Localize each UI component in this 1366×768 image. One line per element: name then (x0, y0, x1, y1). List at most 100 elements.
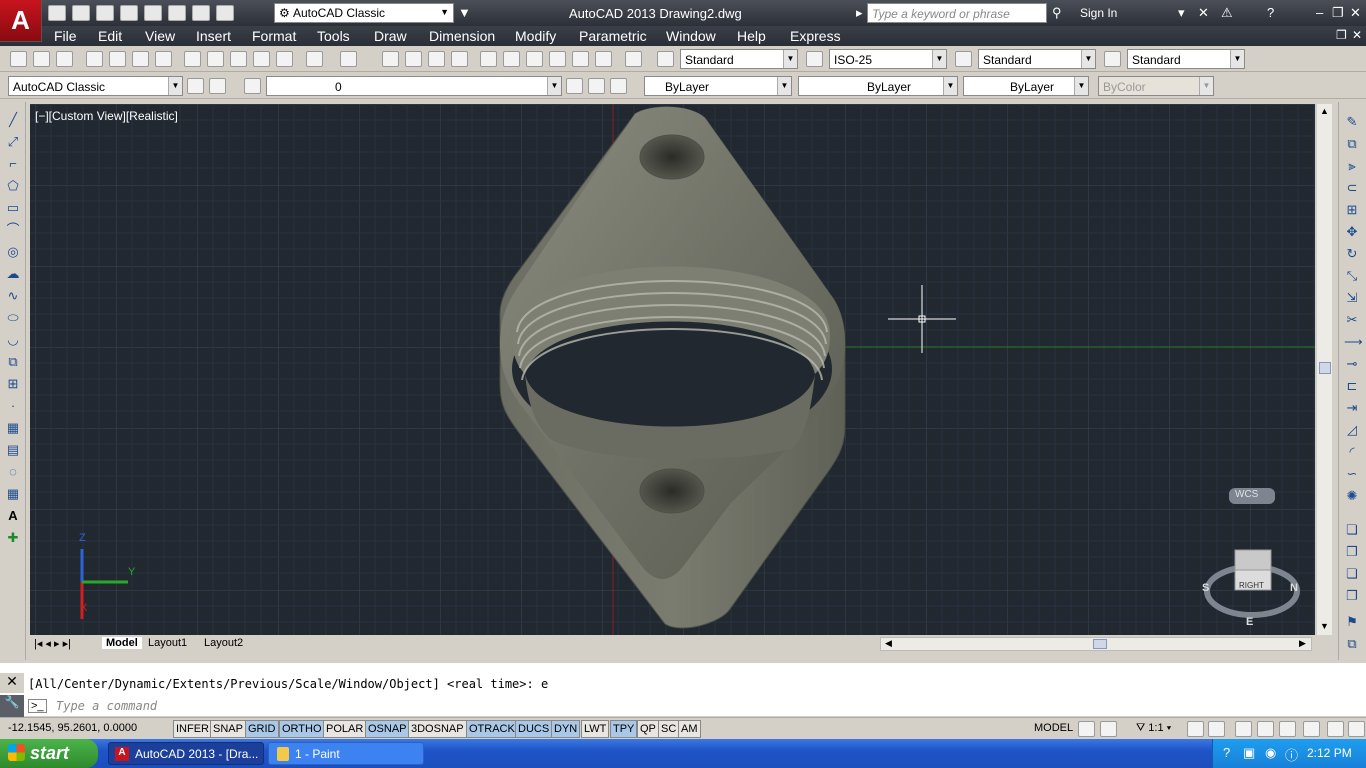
scroll-right-icon[interactable]: ▶ (1299, 638, 1306, 649)
restore-icon[interactable]: ❐ (1332, 5, 1344, 21)
doc-close-icon[interactable]: ✕ (1352, 28, 1362, 42)
block-editor-icon[interactable] (276, 51, 293, 67)
offset-icon[interactable]: ⊂ (1344, 180, 1360, 196)
color-select[interactable]: ByLayer ▼ (644, 76, 792, 96)
help-icon[interactable]: ? (1223, 745, 1230, 760)
horizontal-scrollbar[interactable]: ◀ ▶ (880, 637, 1312, 651)
space-toggle[interactable]: MODEL (1032, 720, 1075, 738)
sign-in-link[interactable]: Sign In (1080, 6, 1117, 20)
table-style-icon[interactable] (955, 51, 972, 67)
workspace-select[interactable]: AutoCAD Classic ▼ (8, 76, 183, 96)
tool-palettes-icon[interactable] (526, 51, 543, 67)
mirror-icon[interactable]: ⫸ (1344, 158, 1360, 174)
menu-window[interactable]: Window (666, 28, 716, 44)
minimize-icon[interactable]: – (1316, 5, 1323, 20)
blend-curves-icon[interactable]: ∽ (1344, 466, 1360, 482)
layer-previous-icon[interactable] (588, 78, 605, 94)
table-style-select[interactable]: Standard ▼ (978, 49, 1096, 69)
volume-icon[interactable]: ◉ (1265, 745, 1276, 761)
zoom-window-icon[interactable] (428, 51, 445, 67)
toggle-ducs[interactable]: DUCS (515, 720, 553, 738)
markup-icon[interactable] (572, 51, 589, 67)
wrench-icon[interactable]: 🔧 (0, 695, 24, 717)
text-front-icon[interactable]: ⚑ (1344, 614, 1360, 630)
region-icon[interactable]: ◌ (5, 464, 21, 480)
designcenter-icon[interactable] (503, 51, 520, 67)
plot-icon[interactable] (86, 51, 103, 67)
tab-layout2[interactable]: Layout2 (204, 637, 243, 649)
close-icon[interactable]: ✕ (1350, 5, 1361, 21)
gradient-icon[interactable]: ▤ (5, 442, 21, 458)
layer-state-icon[interactable] (610, 78, 627, 94)
hatch-back-icon[interactable]: ⧉ (1344, 636, 1360, 652)
menu-view[interactable]: View (145, 28, 175, 44)
menu-file[interactable]: File (54, 28, 77, 44)
help-icon[interactable]: ? (1267, 5, 1274, 20)
application-menu-button[interactable]: A (0, 0, 42, 42)
toggle-tpy[interactable]: TPY (610, 720, 638, 738)
dim-style-icon[interactable] (806, 51, 823, 67)
undo-icon[interactable] (306, 51, 323, 67)
ellipse-icon[interactable]: ⬭ (5, 310, 21, 326)
properties-icon[interactable] (480, 51, 497, 67)
paste-icon[interactable] (230, 51, 247, 67)
pan-icon[interactable] (382, 51, 399, 67)
taskbar-item-paint[interactable]: 1 - Paint (268, 742, 424, 765)
stretch-icon[interactable]: ⇲ (1344, 290, 1360, 306)
workspace-switch-icon[interactable] (1235, 721, 1252, 737)
lock-icon[interactable] (1257, 721, 1274, 737)
construction-line-icon[interactable]: ⤢ (5, 134, 21, 150)
scroll-up-icon[interactable]: ▲ (1320, 106, 1329, 116)
tab-layout1[interactable]: Layout1 (148, 637, 187, 649)
join-icon[interactable]: ⇥ (1344, 400, 1360, 416)
vertical-scrollbar[interactable]: ▲ ▼ (1316, 104, 1332, 635)
toggle-infer[interactable]: INFER (173, 720, 212, 738)
copy-icon[interactable] (207, 51, 224, 67)
arc-icon[interactable]: ⌒ (5, 222, 21, 238)
info-icon[interactable]: ⓘ (1285, 745, 1298, 764)
polyline-icon[interactable]: ⌐ (5, 156, 21, 172)
dim-style-select[interactable]: ISO-25 ▼ (829, 49, 947, 69)
add-selected-icon[interactable]: ✚ (5, 530, 21, 546)
menu-express[interactable]: Express (790, 28, 841, 44)
hatch-icon[interactable]: ▦ (5, 420, 21, 436)
toggle-3dosnap[interactable]: 3DOSNAP (408, 720, 467, 738)
toggle-polar[interactable]: POLAR (323, 720, 367, 738)
annotation-scale[interactable]: ⛛ 1:1 ▾ (1134, 720, 1173, 738)
quick-view-layouts-icon[interactable] (1078, 721, 1095, 737)
command-input[interactable]: Type a command (56, 699, 157, 713)
extend-icon[interactable]: ⟶ (1344, 334, 1363, 350)
erase-icon[interactable]: ✎ (1344, 114, 1360, 130)
mleader-style-icon[interactable] (1104, 51, 1121, 67)
menu-insert[interactable]: Insert (196, 28, 231, 44)
circle-icon[interactable]: ◎ (5, 244, 21, 260)
redo-icon[interactable] (340, 51, 357, 67)
hardware-accel-icon[interactable] (1279, 721, 1296, 737)
print-icon[interactable] (168, 5, 186, 21)
qa-customize-icon[interactable]: ▼ (458, 5, 471, 20)
make-block-icon[interactable]: ⊞ (5, 376, 21, 392)
coordinate-readout[interactable]: -12.1545, 95.2601, 0.0000 (8, 722, 137, 734)
move-icon[interactable]: ✥ (1344, 224, 1360, 240)
publish-icon[interactable] (132, 51, 149, 67)
linetype-select[interactable]: ByLayer ▼ (798, 76, 958, 96)
open-icon[interactable] (33, 51, 50, 67)
taskbar-item-autocad[interactable]: A AutoCAD 2013 - [Dra... (108, 742, 264, 765)
line-icon[interactable]: ╱ (5, 112, 21, 128)
save-icon[interactable] (96, 5, 114, 21)
menu-edit[interactable]: Edit (98, 28, 122, 44)
workspace-select[interactable]: ⚙ AutoCAD Classic ▼ (274, 3, 454, 23)
status-menu-icon[interactable] (1327, 721, 1344, 737)
workspace-icon[interactable] (209, 78, 226, 94)
make-current-icon[interactable] (566, 78, 583, 94)
table-icon[interactable]: ▦ (5, 486, 21, 502)
break-icon[interactable]: ⊏ (1344, 378, 1360, 394)
network-icon[interactable]: ▣ (1243, 745, 1255, 761)
chamfer-icon[interactable]: ◿ (1344, 422, 1360, 438)
expand-arrow-icon[interactable]: ▸ (856, 5, 863, 21)
trim-icon[interactable]: ✂ (1344, 312, 1360, 328)
search-input[interactable]: Type a keyword or phrase (867, 3, 1047, 23)
scroll-down-icon[interactable]: ▼ (1320, 621, 1329, 631)
zoom-previous-icon[interactable] (451, 51, 468, 67)
menu-tools[interactable]: Tools (317, 28, 350, 44)
